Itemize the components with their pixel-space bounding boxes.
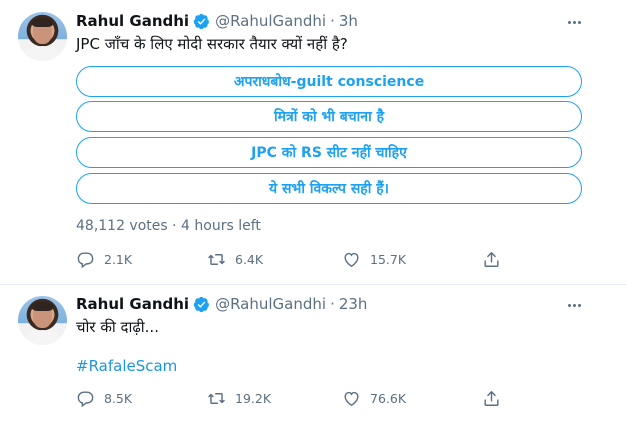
tweet-timestamp[interactable]: 3h bbox=[339, 12, 358, 30]
poll-option-3[interactable]: JPC को RS सीट नहीं चाहिए bbox=[76, 137, 582, 168]
poll-option-1[interactable]: अपराधबोध-guilt conscience bbox=[76, 66, 582, 97]
retweet-button[interactable]: 6.4K bbox=[207, 249, 263, 269]
poll-option-4[interactable]: ये सभी विकल्प सही हैं। bbox=[76, 173, 582, 204]
avatar-hair bbox=[32, 302, 53, 311]
poll-status: 48,112 votes · 4 hours left bbox=[76, 218, 261, 234]
share-button[interactable] bbox=[482, 249, 501, 269]
reply-icon bbox=[77, 390, 94, 407]
poll-option-2[interactable]: मित्रों को भी बचाना है bbox=[76, 101, 582, 132]
tweet-text: JPC जाँच के लिए मोदी सरकार तैयार क्यों न… bbox=[76, 35, 348, 53]
more-options-icon[interactable] bbox=[564, 12, 584, 32]
retweet-button[interactable]: 19.2K bbox=[207, 388, 271, 408]
avatar-hair bbox=[32, 18, 53, 27]
share-icon bbox=[484, 390, 499, 406]
author-name[interactable]: Rahul Gandhi bbox=[76, 295, 189, 313]
verified-badge-icon bbox=[193, 296, 210, 312]
reply-button[interactable]: 8.5K bbox=[76, 388, 132, 408]
separator-dot: · bbox=[330, 12, 335, 30]
tweet[interactable]: Rahul Gandhi @RahulGandhi · 23h चोर की द… bbox=[0, 285, 626, 424]
tweet-timestamp[interactable]: 23h bbox=[339, 295, 368, 313]
author-handle[interactable]: @RahulGandhi bbox=[215, 295, 326, 313]
tweet-header: Rahul Gandhi @RahulGandhi · 3h bbox=[76, 11, 358, 31]
share-button[interactable] bbox=[482, 388, 501, 408]
reply-icon bbox=[77, 251, 94, 268]
retweet-count: 6.4K bbox=[235, 251, 264, 267]
like-count: 15.7K bbox=[370, 251, 407, 267]
reply-count: 2.1K bbox=[104, 251, 133, 267]
avatar[interactable] bbox=[18, 12, 67, 61]
retweet-icon bbox=[208, 253, 225, 265]
reply-button[interactable]: 2.1K bbox=[76, 249, 132, 269]
heart-icon bbox=[344, 391, 359, 406]
retweet-icon bbox=[208, 392, 225, 404]
separator-dot: · bbox=[330, 295, 335, 313]
like-button[interactable]: 76.6K bbox=[342, 388, 406, 408]
hashtag-link[interactable]: #RafaleScam bbox=[76, 357, 177, 375]
share-icon bbox=[484, 251, 499, 267]
avatar-shirt bbox=[24, 330, 61, 345]
author-handle[interactable]: @RahulGandhi bbox=[215, 12, 326, 30]
like-count: 76.6K bbox=[370, 390, 407, 406]
reply-count: 8.5K bbox=[104, 390, 133, 406]
author-name[interactable]: Rahul Gandhi bbox=[76, 12, 189, 30]
tweet[interactable]: Rahul Gandhi @RahulGandhi · 3h JPC जाँच … bbox=[0, 0, 626, 284]
avatar[interactable] bbox=[18, 296, 67, 345]
retweet-count: 19.2K bbox=[235, 390, 272, 406]
tweet-text: चोर की दाढ़ी... bbox=[76, 318, 159, 336]
more-options-icon[interactable] bbox=[564, 295, 584, 315]
avatar-shirt bbox=[24, 46, 61, 61]
heart-icon bbox=[344, 252, 359, 267]
tweet-header: Rahul Gandhi @RahulGandhi · 23h bbox=[76, 294, 367, 314]
like-button[interactable]: 15.7K bbox=[342, 249, 406, 269]
verified-badge-icon bbox=[193, 13, 210, 29]
